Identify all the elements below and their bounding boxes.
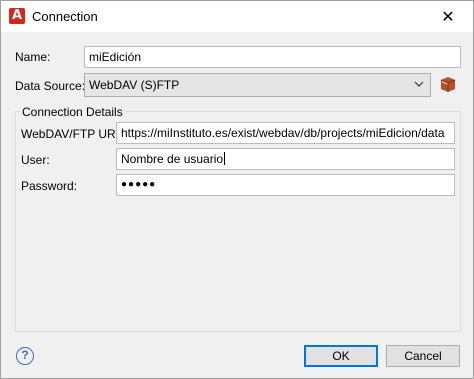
cancel-button[interactable]: Cancel xyxy=(386,345,460,367)
close-icon[interactable]: ✕ xyxy=(438,7,458,27)
user-label: User: xyxy=(21,153,50,167)
name-label: Name: xyxy=(15,50,51,64)
help-icon[interactable]: ? xyxy=(16,347,34,365)
connection-details-title: Connection Details xyxy=(20,105,125,119)
user-input[interactable]: Nombre de usuario xyxy=(116,148,455,170)
password-label: Password: xyxy=(21,179,78,193)
name-input[interactable]: miEdición xyxy=(84,46,461,68)
url-input[interactable]: https://miInstituto.es/exist/webdav/db/p… xyxy=(116,122,455,144)
app-logo-icon: A xyxy=(9,8,25,24)
user-input-value: Nombre de usuario xyxy=(121,152,224,166)
text-caret xyxy=(224,152,226,165)
connection-dialog: A Connection ✕ Name: miEdición Data Sour… xyxy=(0,0,474,379)
password-input[interactable]: ●●●●● xyxy=(116,174,455,196)
data-source-value: WebDAV (S)FTP xyxy=(89,78,180,92)
ok-button[interactable]: OK xyxy=(304,345,378,367)
window-title: Connection xyxy=(32,9,98,24)
title-bar: A Connection ✕ xyxy=(1,1,473,32)
data-source-select[interactable]: WebDAV (S)FTP xyxy=(84,73,431,97)
connection-details-group xyxy=(15,111,461,332)
data-source-label: Data Source: xyxy=(15,79,86,93)
chevron-down-icon xyxy=(414,81,424,87)
book-icon[interactable] xyxy=(439,75,457,93)
url-label: WebDAV/FTP URL: xyxy=(21,127,126,141)
